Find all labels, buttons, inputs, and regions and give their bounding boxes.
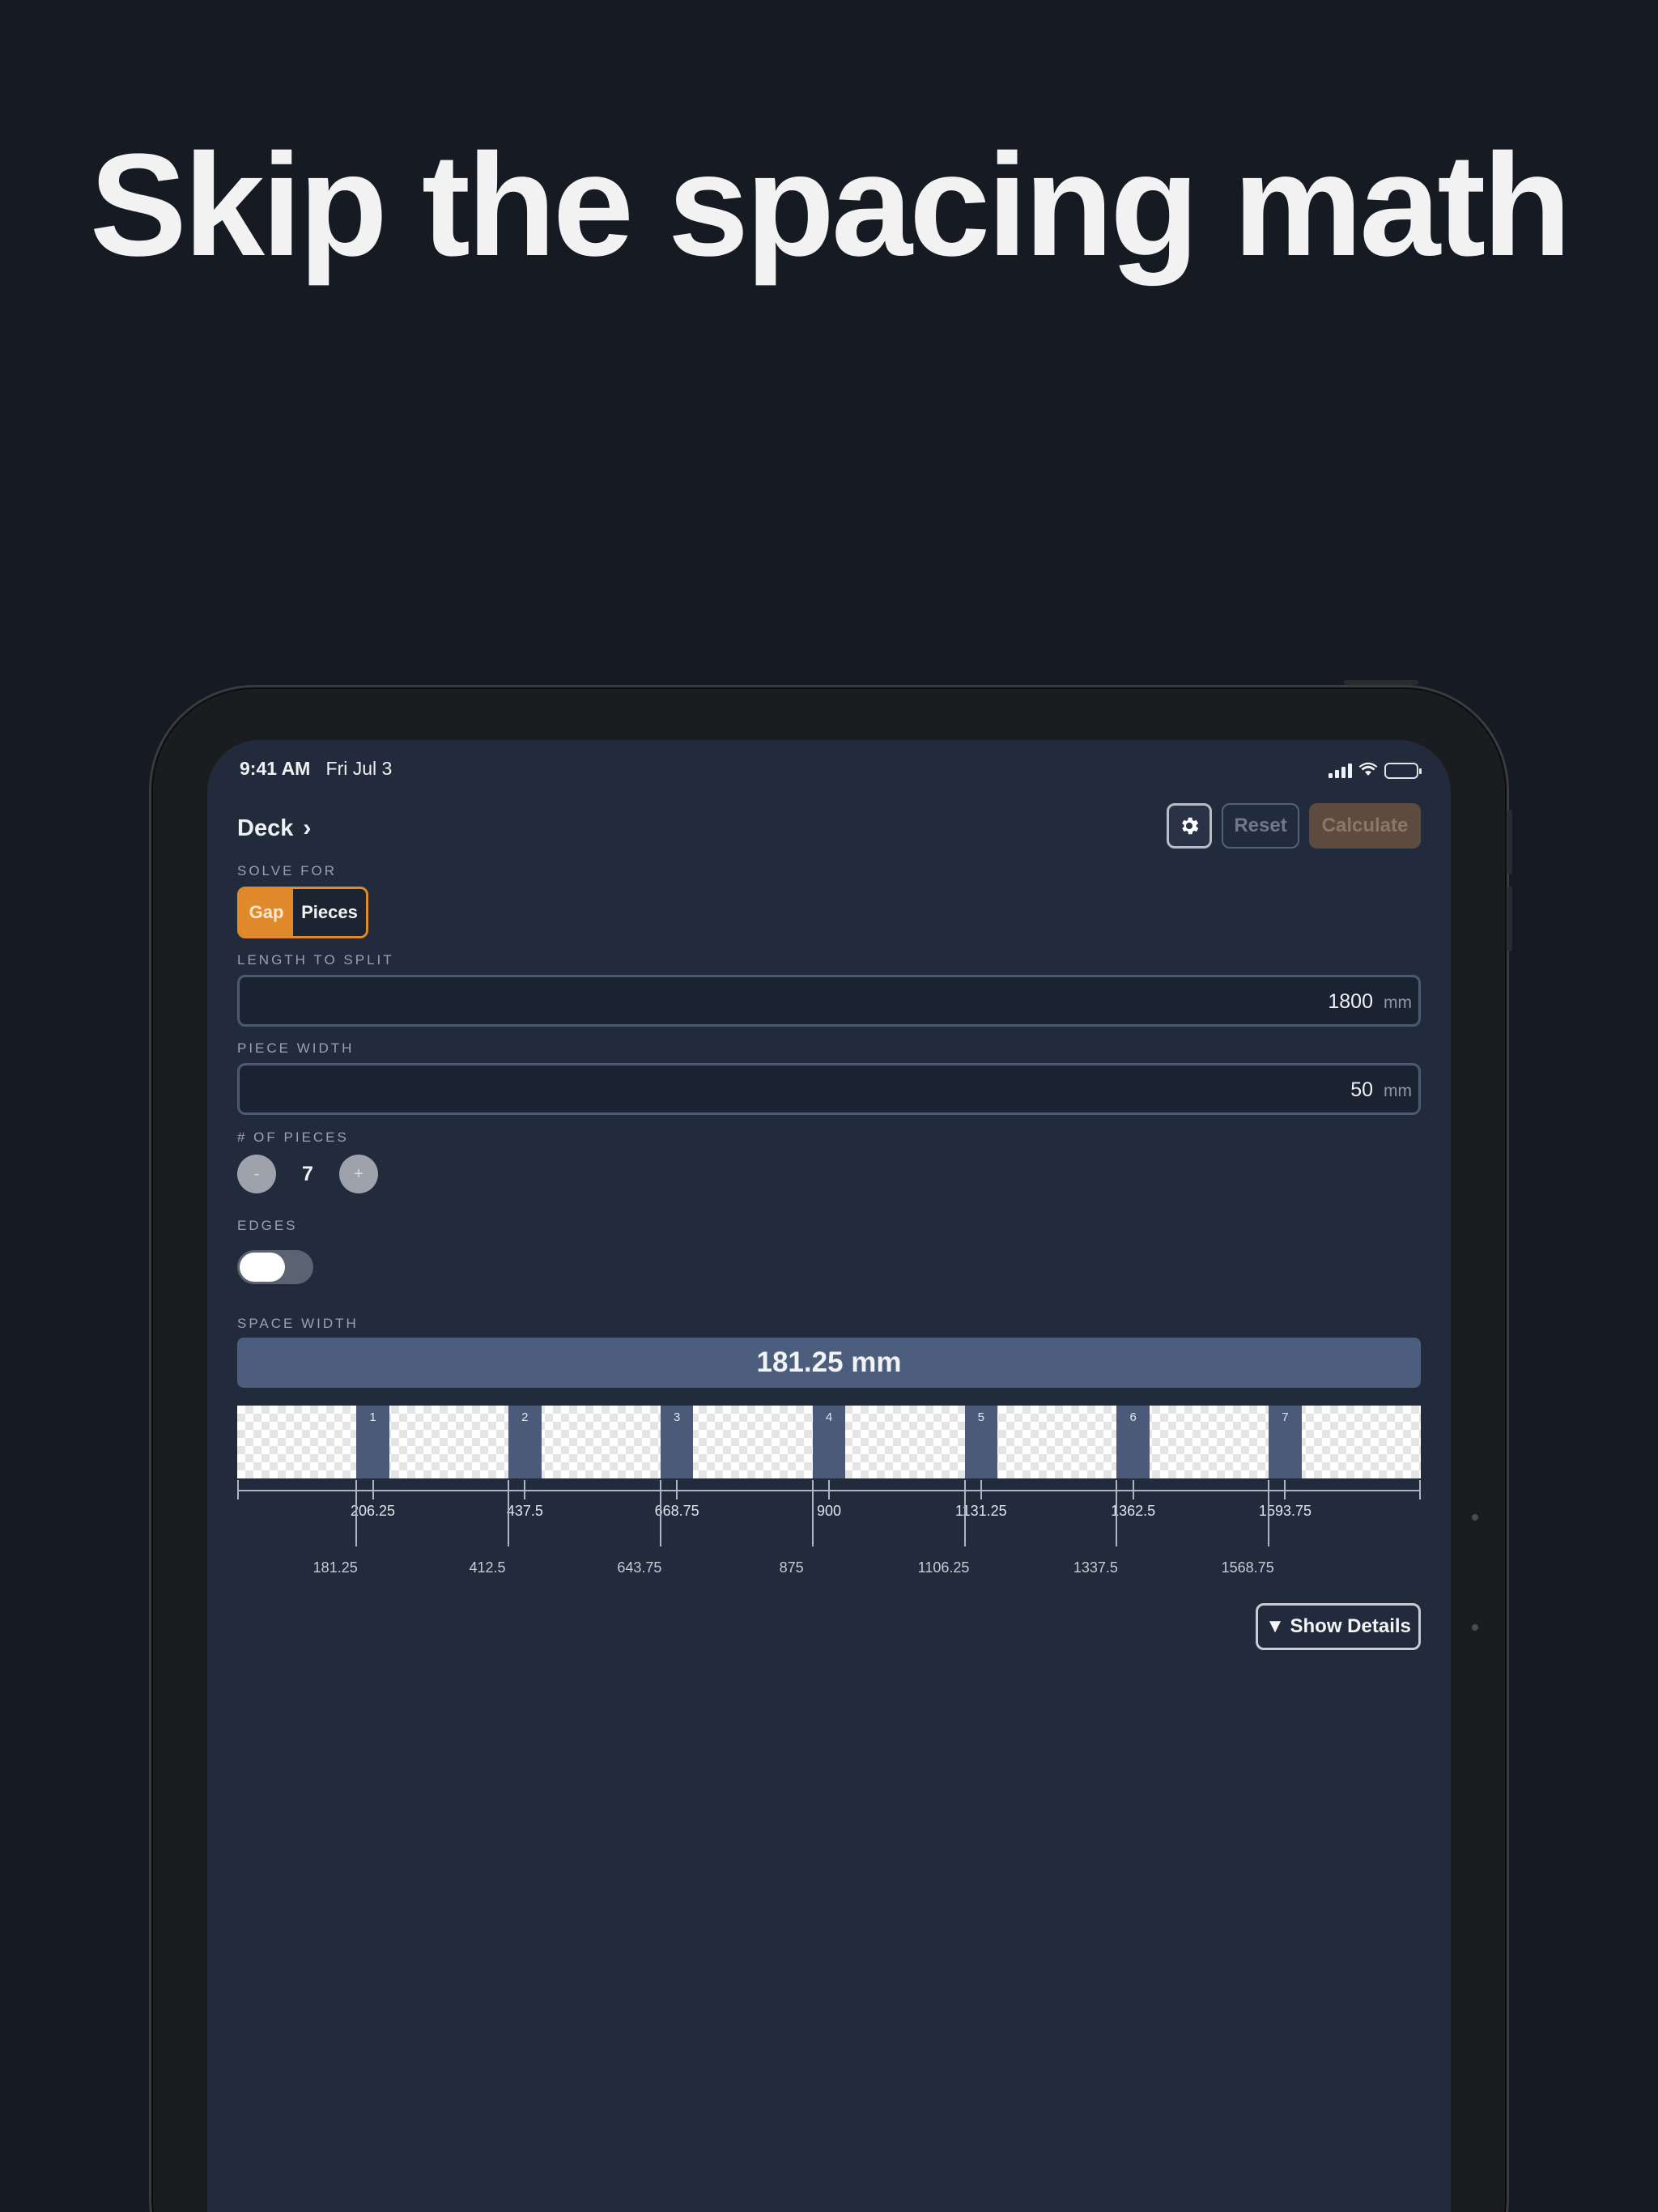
piece-block: 7: [1269, 1406, 1302, 1478]
center-label: 668.75: [654, 1503, 699, 1519]
spacing-diagram: 1 2 3 4 5 6 7: [237, 1406, 1421, 1478]
center-label: 437.5: [506, 1503, 543, 1519]
piece-width-input[interactable]: 50 mm: [237, 1063, 1421, 1115]
decrement-button[interactable]: -: [237, 1155, 276, 1193]
piece-width-value: 50: [1350, 1078, 1373, 1101]
center-tick: [1284, 1480, 1286, 1499]
edges-label: EDGES: [237, 1218, 298, 1233]
pieces-count: 7: [302, 1162, 313, 1185]
length-value: 1800: [1328, 990, 1373, 1013]
status-time: 9:41 AM Fri Jul 3: [240, 758, 392, 780]
ruler-end-tick: [1419, 1480, 1421, 1499]
center-tick: [676, 1480, 678, 1499]
pieces-stepper: - 7 +: [237, 1155, 378, 1193]
start-tick: [355, 1480, 358, 1546]
status-date: Fri Jul 3: [325, 758, 393, 779]
start-tick: [1116, 1480, 1118, 1546]
segment-pieces[interactable]: Pieces: [293, 889, 366, 936]
center-tick: [524, 1480, 526, 1499]
center-label: 1362.5: [1111, 1503, 1156, 1519]
piece-block: 4: [812, 1406, 846, 1478]
settings-button[interactable]: [1167, 803, 1212, 849]
start-tick: [1268, 1480, 1270, 1546]
start-label: 1106.25: [917, 1559, 970, 1576]
device-top-button: [1344, 680, 1418, 685]
increment-button[interactable]: +: [339, 1155, 378, 1193]
start-tick: [811, 1480, 814, 1546]
center-tick: [828, 1480, 830, 1499]
project-title-label: Deck: [237, 815, 294, 841]
reset-button[interactable]: Reset: [1222, 803, 1299, 849]
app-screen: 9:41 AM Fri Jul 3 Deck › Reset Calculate…: [207, 740, 1451, 2212]
piece-block: 3: [660, 1406, 694, 1478]
center-label: 1593.75: [1258, 1503, 1312, 1519]
project-title[interactable]: Deck ›: [237, 815, 311, 842]
calculate-button[interactable]: Calculate: [1309, 803, 1421, 849]
show-details-button[interactable]: ▼ Show Details: [1256, 1603, 1421, 1650]
piece-width-unit: mm: [1384, 1082, 1412, 1100]
piece-block: 5: [964, 1406, 998, 1478]
headline: Skip the spacing math: [89, 124, 1571, 287]
gear-icon: [1182, 817, 1199, 835]
chevron-right-icon: ›: [303, 815, 312, 841]
status-clock: 9:41 AM: [240, 758, 311, 779]
header-actions: Reset Calculate: [1167, 803, 1421, 849]
solve-for-segmented-control: Gap Pieces: [237, 887, 368, 938]
num-pieces-label: # OF PIECES: [237, 1129, 349, 1145]
center-label: 900: [816, 1503, 842, 1519]
start-label: 412.5: [469, 1559, 506, 1576]
device-sensor-dot: [1472, 1514, 1478, 1521]
solve-for-label: SOLVE FOR: [237, 863, 338, 878]
start-label: 1337.5: [1073, 1559, 1118, 1576]
device-volume-down: [1507, 887, 1512, 951]
toggle-knob: [240, 1253, 285, 1282]
start-label: 643.75: [617, 1559, 662, 1576]
center-tick: [1132, 1480, 1134, 1499]
start-label: 181.25: [312, 1559, 358, 1576]
length-unit: mm: [1384, 993, 1412, 1012]
edges-toggle[interactable]: [237, 1250, 313, 1284]
piece-width-label: PIECE WIDTH: [237, 1040, 355, 1056]
device-volume-up: [1507, 810, 1512, 874]
length-to-split-input[interactable]: 1800 mm: [237, 975, 1421, 1027]
center-tick: [372, 1480, 374, 1499]
cellular-signal-icon: [1329, 763, 1352, 778]
start-tick: [659, 1480, 661, 1546]
length-to-split-label: LENGTH TO SPLIT: [237, 952, 394, 968]
space-width-result: 181.25 mm: [237, 1338, 1421, 1388]
piece-block: 1: [356, 1406, 389, 1478]
center-label: 206.25: [350, 1503, 396, 1519]
center-tick: [980, 1480, 982, 1499]
status-icons: [1329, 759, 1422, 781]
start-tick: [508, 1480, 510, 1546]
start-tick: [963, 1480, 966, 1546]
segment-gap[interactable]: Gap: [240, 889, 293, 936]
battery-icon: [1384, 762, 1422, 779]
measurement-ruler: 206.25 181.25 437.5 412.5 668.75 643.75 900 875…: [237, 1478, 1421, 1592]
space-width-label: SPACE WIDTH: [237, 1316, 359, 1331]
ruler-end-tick: [237, 1480, 239, 1499]
device-sensor-dot: [1472, 1624, 1478, 1631]
wifi-icon: [1358, 759, 1378, 781]
start-label: 875: [779, 1559, 804, 1576]
piece-block: 2: [508, 1406, 542, 1478]
center-label: 1131.25: [954, 1503, 1007, 1519]
start-label: 1568.75: [1221, 1559, 1274, 1576]
piece-block: 6: [1116, 1406, 1150, 1478]
status-bar: 9:41 AM Fri Jul 3: [240, 753, 1422, 785]
